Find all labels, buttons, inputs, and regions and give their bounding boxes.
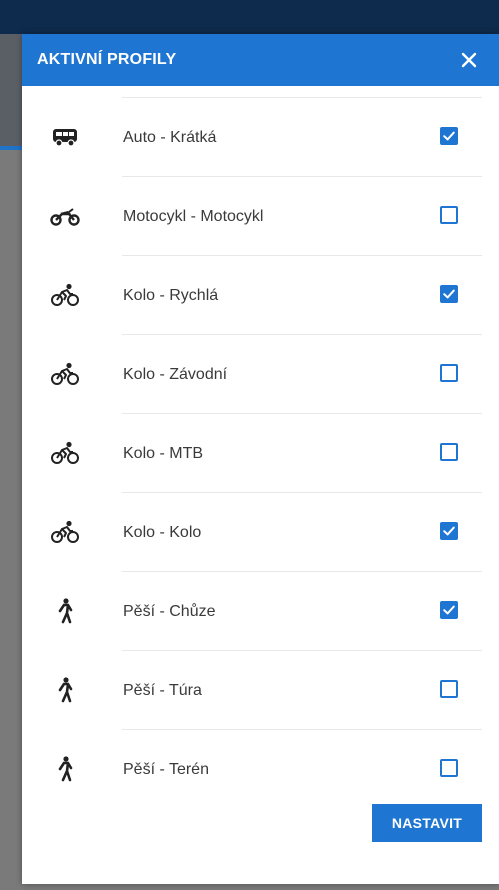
profile-row[interactable]: Pěší - Terén	[22, 730, 499, 809]
profile-checkbox[interactable]	[440, 759, 458, 777]
profile-checkbox[interactable]	[440, 443, 458, 461]
close-button[interactable]	[449, 40, 489, 80]
bicycle-icon	[50, 359, 80, 389]
profile-row[interactable]: Pěší - Chůze	[22, 572, 499, 651]
profile-row[interactable]: Kolo - Závodní	[22, 335, 499, 414]
profile-label: Pěší - Chůze	[123, 603, 216, 620]
walk-icon	[50, 596, 80, 626]
profile-checkbox[interactable]	[440, 601, 458, 619]
active-profiles-dialog: AKTIVNÍ PROFILY Auto - Krátká Motocykl - …	[22, 34, 499, 884]
profile-label: Pěší - Túra	[123, 682, 202, 699]
profile-label: Auto - Krátká	[123, 129, 217, 146]
profile-label: Kolo - Kolo	[123, 524, 202, 541]
car-icon	[50, 122, 80, 152]
profile-label: Motocykl - Motocykl	[123, 208, 264, 225]
walk-icon	[50, 675, 80, 705]
profile-checkbox[interactable]	[440, 364, 458, 382]
profile-row[interactable]: Kolo - MTB	[22, 414, 499, 493]
profile-checkbox[interactable]	[440, 522, 458, 540]
profile-label: Kolo - Rychlá	[123, 287, 219, 304]
set-button[interactable]: NASTAVIT	[372, 804, 482, 842]
motorcycle-icon	[50, 201, 80, 231]
profile-label: Kolo - Závodní	[123, 366, 228, 383]
profile-checkbox[interactable]	[440, 285, 458, 303]
profile-row[interactable]: Pěší - Túra	[22, 651, 499, 730]
bicycle-icon	[50, 280, 80, 310]
status-bar	[0, 0, 499, 34]
bicycle-icon	[50, 517, 80, 547]
dialog-title: AKTIVNÍ PROFILY	[37, 51, 177, 68]
profile-row[interactable]: Motocykl - Motocykl	[22, 177, 499, 256]
profile-checkbox[interactable]	[440, 680, 458, 698]
walk-icon	[50, 754, 80, 784]
bicycle-icon	[50, 438, 80, 468]
profile-row[interactable]: Kolo - Rychlá	[22, 256, 499, 335]
profile-row[interactable]: Kolo - Kolo	[22, 493, 499, 572]
profile-label: Pěší - Terén	[123, 761, 209, 778]
dialog-header: AKTIVNÍ PROFILY	[22, 34, 499, 86]
close-icon	[461, 52, 477, 68]
profile-checkbox[interactable]	[440, 206, 458, 224]
profile-row[interactable]: Auto - Krátká	[22, 98, 499, 177]
profile-checkbox[interactable]	[440, 127, 458, 145]
profile-label: Kolo - MTB	[123, 445, 204, 462]
